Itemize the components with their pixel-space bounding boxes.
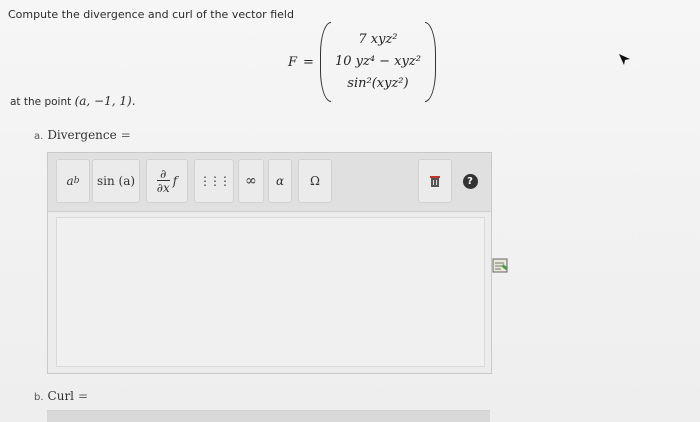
- part-b-letter: b.: [34, 392, 44, 403]
- part-b-eq: =: [78, 389, 89, 403]
- divergence-input-area[interactable]: [56, 217, 485, 367]
- page: Compute the divergence and curl of the v…: [0, 0, 700, 422]
- point-text: at the point (a, −1, 1).: [10, 94, 136, 108]
- component-3: sin²(xyz²): [347, 76, 409, 91]
- left-paren: [319, 22, 331, 102]
- point-coords: (a, −1, 1).: [74, 94, 136, 108]
- notes-icon[interactable]: [492, 258, 510, 278]
- vector-label: F: [288, 54, 298, 70]
- question-text: Compute the divergence and curl of the v…: [8, 8, 294, 21]
- vector-field: F = 7 xyz² 10 yz⁴ − xyz² sin²(xyz²): [288, 22, 436, 102]
- point-prefix: at the point: [10, 96, 72, 108]
- trash-icon[interactable]: [418, 159, 452, 203]
- component-1: 7 xyz²: [358, 32, 398, 47]
- part-a-label: Divergence: [47, 128, 117, 142]
- vector-equals: =: [303, 54, 314, 70]
- math-toolbar: ab sin (a) ∂ ∂x f ⋮⋮⋮ ∞ α Ω ?: [48, 153, 491, 212]
- mouse-cursor-icon: [618, 52, 632, 71]
- vector-components: 7 xyz² 10 yz⁴ − xyz² sin²(xyz²): [331, 29, 425, 95]
- divergence-math-editor: ab sin (a) ∂ ∂x f ⋮⋮⋮ ∞ α Ω ?: [47, 152, 492, 374]
- right-paren: [424, 22, 436, 102]
- sin-button[interactable]: sin (a): [92, 159, 140, 203]
- matrix-button[interactable]: ⋮⋮⋮: [194, 159, 234, 203]
- curl-math-editor-toolbar[interactable]: [47, 410, 490, 422]
- part-a-eq: =: [120, 128, 131, 142]
- infinity-button[interactable]: ∞: [238, 159, 264, 203]
- power-button[interactable]: ab: [56, 159, 90, 203]
- alpha-button[interactable]: α: [268, 159, 292, 203]
- part-a-letter: a.: [34, 131, 44, 142]
- partial-derivative-button[interactable]: ∂ ∂x f: [146, 159, 188, 203]
- component-2: 10 yz⁴ − xyz²: [334, 54, 421, 69]
- divergence-label: a. Divergence =: [34, 128, 131, 142]
- curl-label: b. Curl =: [34, 389, 88, 403]
- part-b-label: Curl: [47, 389, 75, 403]
- omega-button[interactable]: Ω: [298, 159, 332, 203]
- help-icon[interactable]: ?: [456, 159, 484, 203]
